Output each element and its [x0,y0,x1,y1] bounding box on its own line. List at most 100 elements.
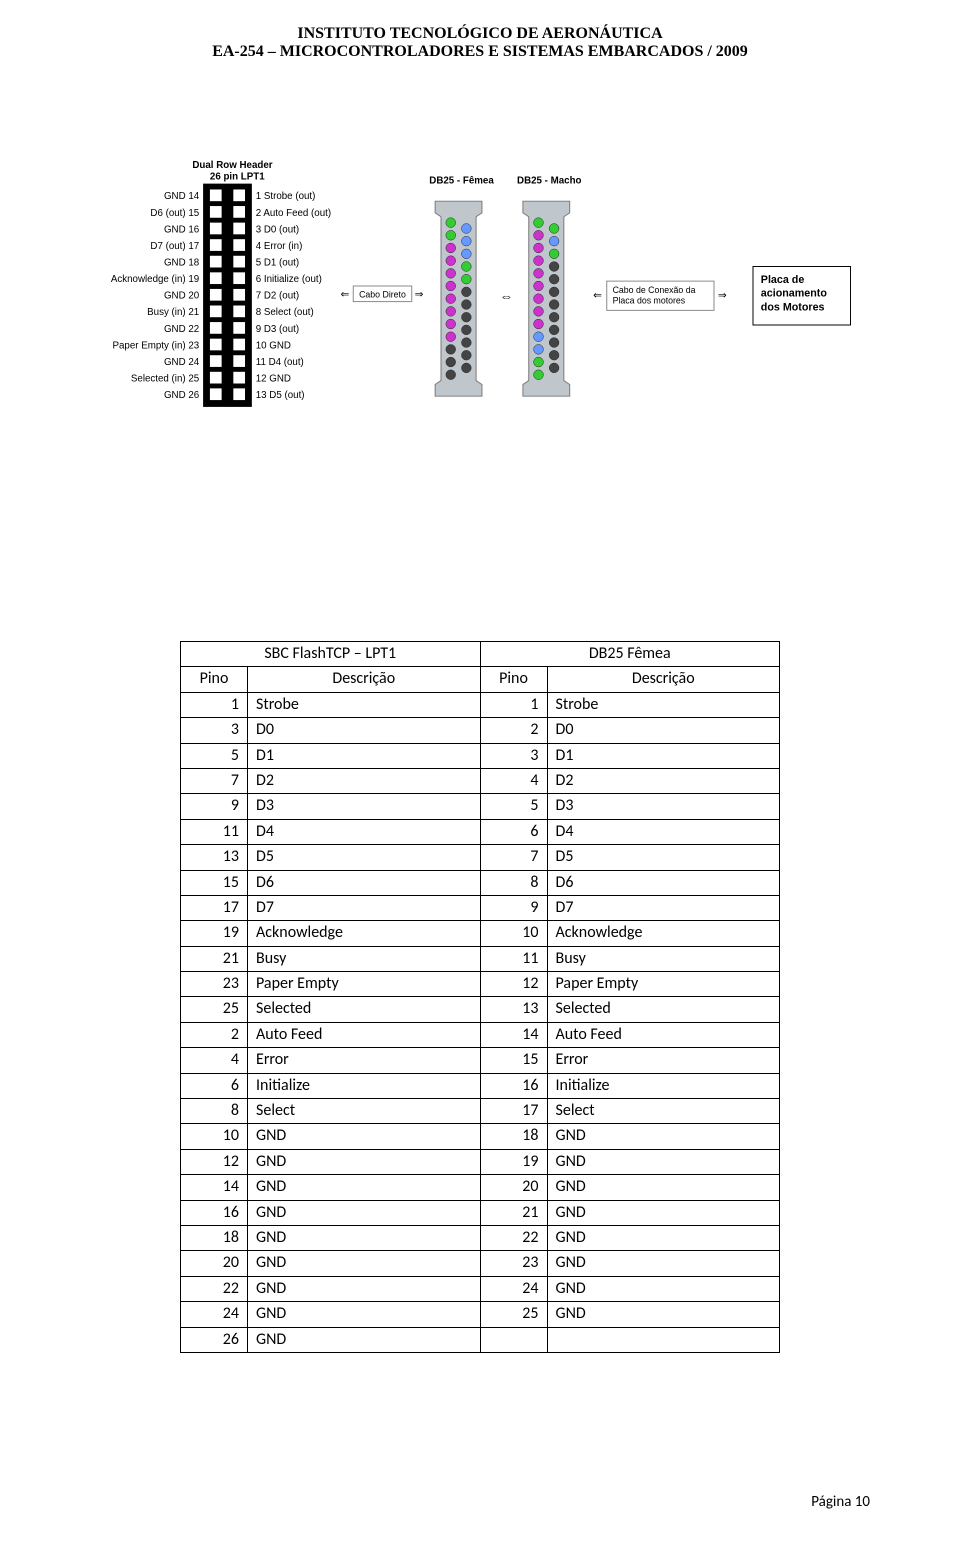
pin-cell: 19 [181,921,248,946]
pin-cell: 7 [480,845,547,870]
svg-text:6 Initialize (out): 6 Initialize (out) [256,274,322,285]
pin-cell: 7 [181,768,248,793]
page-footer: Página 10 [811,1493,870,1511]
desc-cell: GND [248,1200,481,1225]
svg-text:Placa dos motores: Placa dos motores [613,296,686,306]
pin-cell: 21 [480,1200,547,1225]
pin-cell: 18 [480,1124,547,1149]
pin-cell: 20 [181,1251,248,1276]
pin-cell: 11 [480,946,547,971]
pin-cell: 8 [181,1099,248,1124]
svg-text:GND 14: GND 14 [164,191,200,202]
desc-cell: D7 [547,895,780,920]
pin-cell: 15 [181,870,248,895]
svg-text:⇐: ⇐ [341,289,350,301]
table-row: 1Strobe1Strobe [181,692,780,717]
table-row: 9D35D3 [181,794,780,819]
pin-cell: 23 [480,1251,547,1276]
desc-cell: GND [547,1149,780,1174]
table-row: 4Error15Error [181,1048,780,1073]
table-row: 2Auto Feed14Auto Feed [181,1022,780,1047]
table-row: 23Paper Empty12Paper Empty [181,972,780,997]
table-row: 10GND18GND [181,1124,780,1149]
desc-cell: Initialize [547,1073,780,1098]
svg-text:11 D4 (out): 11 D4 (out) [256,357,304,368]
pin-cell: 9 [181,794,248,819]
table-row: 8Select17Select [181,1099,780,1124]
svg-text:GND 16: GND 16 [164,224,199,235]
svg-text:⇒: ⇒ [718,290,727,302]
desc-cell: GND [248,1251,481,1276]
pin-cell: 16 [480,1073,547,1098]
desc-cell: D3 [547,794,780,819]
desc-cell: GND [248,1124,481,1149]
desc-cell: D6 [547,870,780,895]
svg-text:8 Select (out): 8 Select (out) [256,307,314,318]
table-row: 16GND21GND [181,1200,780,1225]
page-header-2: EA-254 – MICROCONTROLADORES E SISTEMAS E… [90,43,870,61]
pin-cell: 1 [480,692,547,717]
desc-cell: D2 [248,768,481,793]
pin-cell: 10 [181,1124,248,1149]
svg-text:10 GND: 10 GND [256,340,291,351]
desc-cell: D0 [248,718,481,743]
pin-cell: 17 [181,895,248,920]
table-group-2: DB25 Fêmea [480,642,780,667]
svg-text:GND 18: GND 18 [164,258,199,269]
desc-cell: GND [248,1276,481,1301]
desc-cell: GND [248,1175,481,1200]
table-row: 18GND22GND [181,1225,780,1250]
svg-text:⇔: ⇔ [499,289,513,304]
desc-cell: GND [547,1302,780,1327]
desc-cell: Busy [248,946,481,971]
desc-cell: GND [248,1225,481,1250]
pin-cell: 18 [181,1225,248,1250]
desc-cell: D5 [547,845,780,870]
desc-cell: Selected [248,997,481,1022]
desc-cell: D3 [248,794,481,819]
desc-cell: Strobe [248,692,481,717]
table-col-header: Pino [181,667,248,692]
pin-cell: 14 [480,1022,547,1047]
table-row: 3D02D0 [181,718,780,743]
svg-text:Busy (in) 21: Busy (in) 21 [147,307,199,318]
desc-cell: Acknowledge [547,921,780,946]
desc-cell: Select [547,1099,780,1124]
pin-cell: 4 [480,768,547,793]
desc-cell: Paper Empty [547,972,780,997]
desc-cell: D4 [547,819,780,844]
desc-cell: GND [547,1251,780,1276]
svg-text:Dual Row Header: Dual Row Header [192,160,272,171]
pin-cell: 21 [181,946,248,971]
table-row: 22GND24GND [181,1276,780,1301]
desc-cell: Auto Feed [547,1022,780,1047]
pin-cell: 25 [181,997,248,1022]
svg-text:1 Strobe (out): 1 Strobe (out) [256,191,316,202]
svg-text:DB25 - Macho: DB25 - Macho [517,176,582,187]
svg-text:13 D5 (out): 13 D5 (out) [256,390,305,401]
pin-cell: 16 [181,1200,248,1225]
pin-cell: 12 [480,972,547,997]
svg-text:Paper Empty (in) 23: Paper Empty (in) 23 [112,340,199,351]
pin-cell: 5 [181,743,248,768]
table-row: 13D57D5 [181,845,780,870]
desc-cell: GND [248,1149,481,1174]
pin-cell: 8 [480,870,547,895]
pin-cell: 12 [181,1149,248,1174]
table-row: 5D13D1 [181,743,780,768]
pin-cell: 11 [181,819,248,844]
pin-cell: 2 [181,1022,248,1047]
pin-cell: 9 [480,895,547,920]
desc-cell: GND [547,1276,780,1301]
svg-text:Acknowledge (in) 19: Acknowledge (in) 19 [111,274,199,285]
table-row: 26GND [181,1327,780,1352]
pin-cell: 22 [181,1276,248,1301]
svg-text:3 D0 (out): 3 D0 (out) [256,224,299,235]
pin-cell: 19 [480,1149,547,1174]
table-row: 24GND25GND [181,1302,780,1327]
svg-text:26 pin LPT1: 26 pin LPT1 [210,172,265,183]
table-row: 7D24D2 [181,768,780,793]
pin-cell: 1 [181,692,248,717]
table-row: 21Busy11Busy [181,946,780,971]
pin-cell: 6 [181,1073,248,1098]
